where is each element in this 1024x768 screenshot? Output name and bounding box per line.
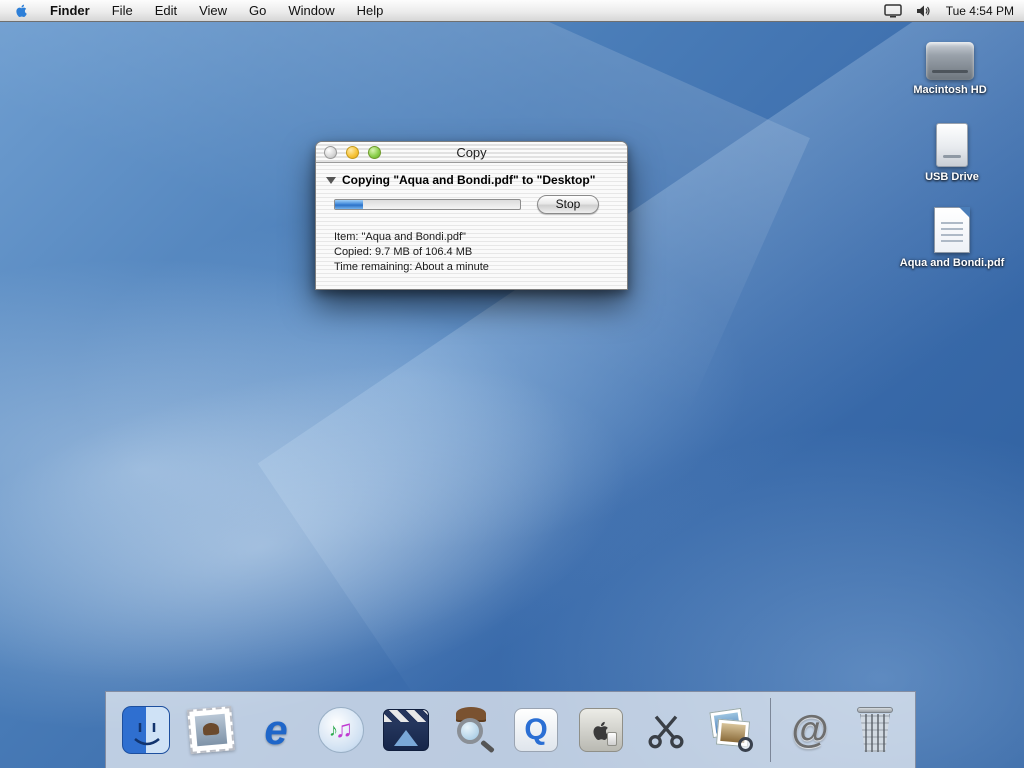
dock-separator <box>770 698 771 762</box>
zoom-button[interactable] <box>368 146 381 159</box>
desktop-icon-label: Macintosh HD <box>895 84 1005 96</box>
apple-menu[interactable] <box>0 0 39 21</box>
close-button[interactable] <box>324 146 337 159</box>
copy-item-line: Item: "Aqua and Bondi.pdf" <box>334 230 627 245</box>
dock-grab-scissors-icon[interactable] <box>640 704 692 756</box>
dock-preview-icon[interactable] <box>705 704 757 756</box>
ie-e-glyph: e <box>264 709 287 751</box>
desktop-wallpaper[interactable] <box>0 22 1024 768</box>
dock-imovie-icon[interactable] <box>380 704 432 756</box>
disclosure-triangle-icon[interactable] <box>326 177 336 184</box>
window-titlebar[interactable]: Copy <box>316 142 627 163</box>
music-note-icon: ♫ <box>335 716 353 744</box>
display-menu-extra-icon[interactable] <box>884 4 902 18</box>
desktop-icon-aqua-and-bondi-pdf[interactable]: Aqua and Bondi.pdf <box>897 205 1007 269</box>
quicktime-q-glyph: Q <box>524 715 547 745</box>
dock-mail-at-spring-icon[interactable]: @ <box>784 704 836 756</box>
dock-quicktime-icon[interactable]: Q <box>510 704 562 756</box>
copy-copied-line: Copied: 9.7 MB of 106.4 MB <box>334 245 627 260</box>
dock-system-preferences-icon[interactable] <box>575 704 627 756</box>
apple-logo-icon <box>14 2 29 19</box>
copy-time-remaining-line: Time remaining: About a minute <box>334 260 627 275</box>
menu-bar: Finder File Edit View Go Window Help Tue… <box>0 0 1024 22</box>
loupe-icon <box>738 737 753 752</box>
dock-finder-icon[interactable] <box>120 704 172 756</box>
desktop-icon-label: USB Drive <box>897 171 1007 183</box>
menu-bar-clock[interactable]: Tue 4:54 PM <box>946 4 1014 18</box>
menu-edit[interactable]: Edit <box>144 0 188 21</box>
dock-sherlock-icon[interactable] <box>445 704 497 756</box>
stop-button[interactable]: Stop <box>537 195 599 214</box>
external-drive-icon <box>936 123 968 167</box>
menu-help[interactable]: Help <box>346 0 395 21</box>
copy-status-header: Copying "Aqua and Bondi.pdf" to "Desktop… <box>342 173 595 187</box>
hard-drive-icon <box>926 42 974 80</box>
at-glyph: @ <box>791 711 828 749</box>
menu-finder[interactable]: Finder <box>39 0 101 21</box>
volume-menu-extra-icon[interactable] <box>916 4 932 18</box>
minimize-button[interactable] <box>346 146 359 159</box>
desktop-icon-macintosh-hd[interactable]: Macintosh HD <box>895 32 1005 96</box>
menu-window[interactable]: Window <box>277 0 345 21</box>
dock-itunes-icon[interactable]: ♪ ♫ <box>315 704 367 756</box>
desktop-icon-usb-drive[interactable]: USB Drive <box>897 119 1007 183</box>
copy-progress-bar <box>334 199 521 210</box>
progress-fill <box>335 200 363 209</box>
menu-file[interactable]: File <box>101 0 144 21</box>
dock-mail-stamp-icon[interactable] <box>185 704 237 756</box>
pdf-document-icon <box>934 207 970 253</box>
desktop-icon-label: Aqua and Bondi.pdf <box>897 257 1007 269</box>
dock: e ♪ ♫ Q <box>105 691 916 768</box>
copy-progress-window: Copy Copying "Aqua and Bondi.pdf" to "De… <box>315 141 628 290</box>
menu-view[interactable]: View <box>188 0 238 21</box>
dock-internet-explorer-icon[interactable]: e <box>250 704 302 756</box>
dock-trash-icon[interactable] <box>849 704 901 756</box>
menu-go[interactable]: Go <box>238 0 277 21</box>
